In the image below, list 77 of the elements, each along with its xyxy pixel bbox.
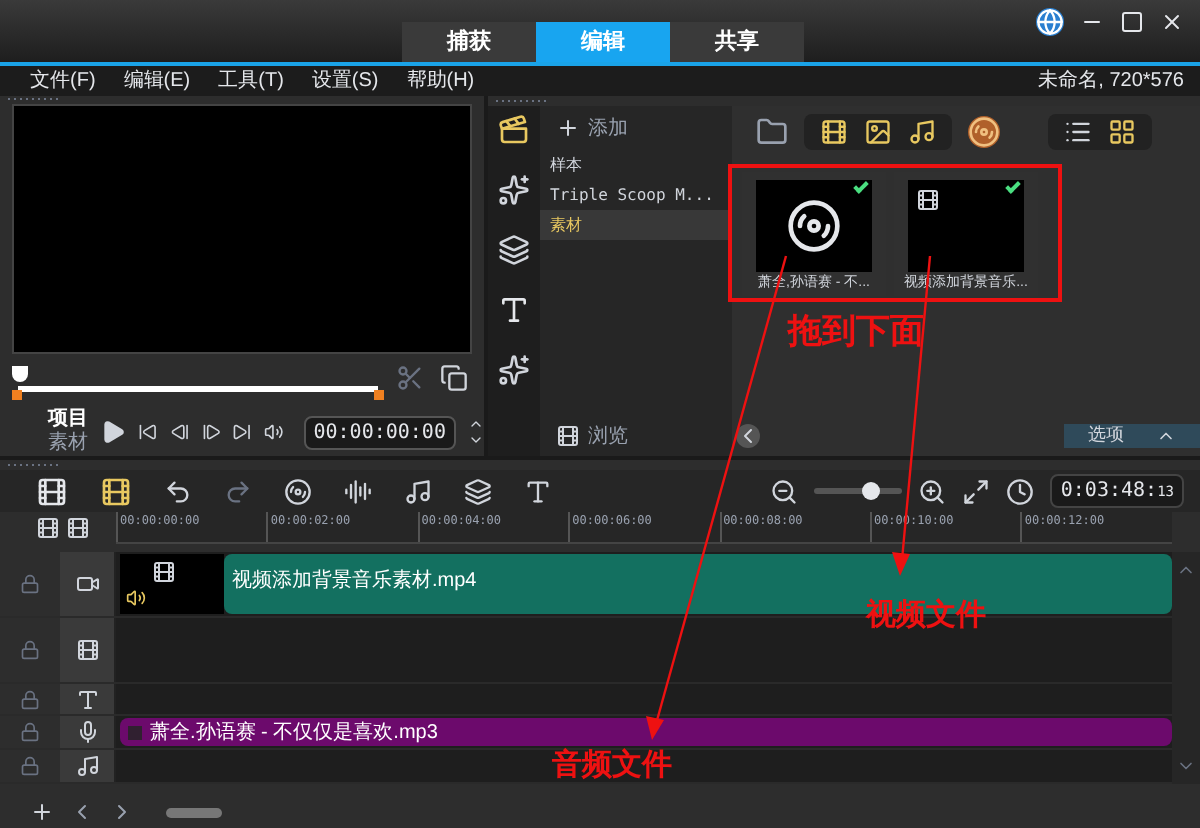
increase-icon[interactable] <box>467 416 484 432</box>
transition-category-icon[interactable] <box>498 174 530 206</box>
video-clip-icon <box>152 560 176 584</box>
audio-icon <box>126 588 146 608</box>
horizontal-scrollbar[interactable] <box>166 807 222 817</box>
library-folder[interactable]: 样本 <box>540 150 732 180</box>
browse-icon[interactable] <box>556 424 580 448</box>
lock-icon[interactable] <box>20 574 40 594</box>
disc-icon[interactable] <box>968 116 1000 148</box>
lock-icon[interactable] <box>20 756 40 776</box>
previous-frame-icon[interactable] <box>169 420 189 444</box>
add-icon[interactable] <box>556 116 580 140</box>
scrubber-handle[interactable] <box>12 366 28 382</box>
trim-start-marker[interactable] <box>12 390 22 400</box>
redo-icon[interactable] <box>224 477 252 505</box>
record-icon[interactable] <box>284 477 312 505</box>
annotation-text: 音频文件 <box>552 746 672 786</box>
folder-icon[interactable] <box>756 116 788 148</box>
timeline-view-icon[interactable] <box>100 475 132 507</box>
timecode-field[interactable]: 00:00:00:00 <box>303 415 456 449</box>
subtitle-icon[interactable] <box>524 477 552 505</box>
play-icon[interactable] <box>100 416 126 448</box>
clock-icon[interactable] <box>1006 477 1035 505</box>
filter-category-icon[interactable] <box>498 354 530 386</box>
mode-tab[interactable]: 共享 <box>670 22 804 62</box>
preview-mode[interactable]: 素材 <box>48 432 88 456</box>
graphics-category-icon[interactable] <box>498 234 530 266</box>
audio-mixer-icon[interactable] <box>344 477 372 505</box>
lock-icon[interactable] <box>20 640 40 660</box>
options-button[interactable]: 选项 <box>1064 424 1200 448</box>
globe-icon[interactable] <box>1036 8 1064 36</box>
maximize-icon[interactable] <box>1120 10 1144 34</box>
menu-item[interactable]: 文件(F) <box>30 66 96 96</box>
next-frame-icon[interactable] <box>201 420 221 444</box>
zoom-in-icon[interactable] <box>918 477 947 505</box>
auto-music-icon[interactable] <box>404 477 432 505</box>
go-to-end-icon[interactable] <box>232 420 252 444</box>
scissors-icon[interactable] <box>396 363 424 391</box>
zoom-out-icon[interactable] <box>770 477 799 505</box>
add-track-icon[interactable] <box>30 800 54 824</box>
lock-icon[interactable] <box>20 689 40 709</box>
browse-link[interactable]: 浏览 <box>588 421 628 451</box>
video-filter-icon[interactable] <box>820 118 848 146</box>
vertical-scrollbar[interactable] <box>1172 552 1200 784</box>
trim-end-marker[interactable] <box>374 390 384 400</box>
video-clip-icon <box>916 188 940 212</box>
library-folder[interactable]: 素材 <box>540 210 732 240</box>
slider-thumb[interactable] <box>862 482 881 500</box>
storyboard-view-icon[interactable] <box>36 475 68 507</box>
grid-view-icon[interactable] <box>1108 118 1136 146</box>
collapse-icon[interactable] <box>736 424 760 448</box>
decrease-icon[interactable] <box>467 432 484 448</box>
zoom-slider[interactable] <box>814 488 903 494</box>
preview-mode[interactable]: 项目 <box>48 408 88 432</box>
mode-tab[interactable]: 捕获 <box>402 22 536 62</box>
close-icon[interactable] <box>1160 10 1184 34</box>
title-category-icon[interactable] <box>498 294 530 326</box>
copy-icon[interactable] <box>440 363 468 391</box>
list-view-icon[interactable] <box>1064 118 1092 146</box>
track-type-icon <box>75 572 99 596</box>
menu-item[interactable]: 帮助(H) <box>406 66 475 96</box>
undo-icon[interactable] <box>164 477 192 505</box>
menu-item[interactable]: 工具(T) <box>218 66 284 96</box>
media-category-icon[interactable] <box>498 114 530 146</box>
go-to-start-icon[interactable] <box>138 420 158 444</box>
library-folder[interactable]: Triple Scoop M... <box>540 180 732 210</box>
menu-item[interactable]: 编辑(E) <box>123 66 191 96</box>
volume-icon[interactable] <box>264 420 284 444</box>
menu-item[interactable]: 设置(S) <box>311 66 379 96</box>
add-folder-link[interactable]: 添加 <box>588 113 628 143</box>
photo-filter-icon[interactable] <box>864 118 892 146</box>
vinyl-record-icon <box>786 198 842 254</box>
track-type-icon <box>75 638 99 662</box>
audio-filter-icon[interactable] <box>908 118 936 146</box>
project-info: 未命名, 720*576 <box>1038 67 1184 96</box>
fit-icon[interactable] <box>962 477 991 505</box>
lock-icon[interactable] <box>20 722 40 742</box>
